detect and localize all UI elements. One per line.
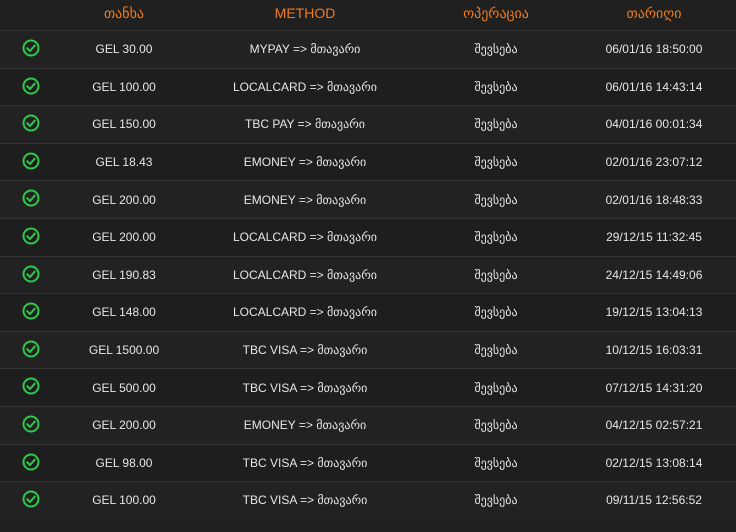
amount-cell: GEL 500.00 — [92, 380, 156, 395]
operation-cell: შევსება — [474, 305, 518, 320]
check-circle-icon — [22, 377, 40, 395]
operation-cell: შევსება — [474, 343, 518, 358]
date-cell: 19/12/15 13:04:13 — [605, 305, 703, 320]
table-row: GEL 1500.00 TBC VISA => მთავარი შევსება 10/… — [0, 330, 736, 369]
table-row: GEL 148.00 LOCALCARD => მთავარი შევსება 19/… — [0, 293, 736, 331]
table-row: GEL 190.83 LOCALCARD => მთავარი შევსება 24/… — [0, 255, 736, 294]
check-circle-icon — [22, 340, 40, 358]
table-row: GEL 500.00 TBC VISA => მთავარი შევსება 07/1… — [0, 368, 736, 406]
amount-cell: GEL 1500.00 — [88, 343, 160, 358]
check-circle-icon — [22, 77, 40, 95]
check-circle-icon — [22, 302, 40, 320]
check-circle-icon — [22, 490, 40, 508]
date-cell: 04/01/16 00:01:34 — [605, 117, 703, 132]
table-row: GEL 200.00 EMONEY => მთავარი შევსება 04/12/… — [0, 405, 736, 444]
transactions-table: თანხა METHOD ოპერაცია თარიღი GEL 30.00 MY… — [0, 0, 736, 532]
header-amount: თანხა — [103, 5, 145, 21]
header-method: METHOD — [274, 5, 336, 21]
date-cell: 06/01/16 14:43:14 — [605, 79, 703, 94]
date-cell: 24/12/15 14:49:06 — [605, 267, 703, 282]
check-circle-icon — [22, 453, 40, 471]
table-body: GEL 30.00 MYPAY => მთავარი შევსება 06/01/16… — [0, 30, 736, 519]
operation-cell: შევსება — [474, 117, 518, 132]
method-cell: TBC VISA => მთავარი — [242, 380, 368, 395]
amount-cell: GEL 200.00 — [92, 192, 156, 207]
operation-cell: შევსება — [474, 455, 518, 470]
method-cell: TBC PAY => მთავარი — [244, 117, 366, 132]
amount-cell: GEL 18.43 — [95, 155, 153, 170]
amount-cell: GEL 98.00 — [95, 455, 153, 470]
table-row: GEL 30.00 MYPAY => მთავარი შევსება 06/01/16… — [0, 30, 736, 68]
date-cell: 29/12/15 11:32:45 — [606, 230, 702, 245]
date-cell: 09/11/15 12:56:52 — [606, 493, 702, 508]
header-operation: ოპერაცია — [463, 5, 529, 21]
amount-cell: GEL 200.00 — [92, 230, 156, 245]
operation-cell: შევსება — [474, 267, 518, 282]
date-cell: 02/12/15 13:08:14 — [605, 455, 703, 470]
amount-cell: GEL 150.00 — [92, 117, 156, 132]
method-cell: LOCALCARD => მთავარი — [232, 305, 378, 320]
method-cell: TBC VISA => მთავარი — [242, 455, 368, 470]
operation-cell: შევსება — [474, 418, 518, 433]
method-cell: LOCALCARD => მთავარი — [232, 79, 378, 94]
method-cell: LOCALCARD => მთავარი — [232, 230, 378, 245]
check-circle-icon — [22, 265, 40, 283]
operation-cell: შევსება — [474, 79, 518, 94]
check-circle-icon — [22, 415, 40, 433]
amount-cell: GEL 190.83 — [92, 267, 156, 282]
header-date: თარიღი — [626, 5, 682, 21]
table-row: GEL 200.00 LOCALCARD => მთავარი შევსება 29/… — [0, 217, 736, 256]
date-cell: 02/01/16 18:48:33 — [605, 192, 703, 207]
method-cell: EMONEY => მთავარი — [243, 155, 367, 170]
table-header: თანხა METHOD ოპერაცია თარიღი — [0, 0, 736, 30]
amount-cell: GEL 148.00 — [92, 305, 156, 320]
table-row: GEL 98.00 TBC VISA => მთავარი შევსება 02/12… — [0, 443, 736, 482]
date-cell: 07/12/15 14:31:20 — [605, 380, 703, 395]
table-row: GEL 18.43 EMONEY => მთავარი შევსება 02/01/1… — [0, 142, 736, 181]
operation-cell: შევსება — [474, 155, 518, 170]
check-circle-icon — [22, 114, 40, 132]
method-cell: EMONEY => მთავარი — [243, 418, 367, 433]
check-circle-icon — [22, 227, 40, 245]
operation-cell: შევსება — [474, 42, 518, 57]
check-circle-icon — [22, 152, 40, 170]
operation-cell: შევსება — [474, 192, 518, 207]
amount-cell: GEL 100.00 — [92, 79, 156, 94]
operation-cell: შევსება — [474, 493, 518, 508]
method-cell: TBC VISA => მთავარი — [242, 493, 368, 508]
table-row: GEL 100.00 TBC VISA => მთავარი შევსება 09/1… — [0, 481, 736, 519]
date-cell: 10/12/15 16:03:31 — [605, 343, 703, 358]
method-cell: TBC VISA => მთავარი — [242, 343, 368, 358]
table-row: GEL 100.00 LOCALCARD => მთავარი შევსება 06/… — [0, 67, 736, 106]
check-circle-icon — [22, 189, 40, 207]
date-cell: 02/01/16 23:07:12 — [605, 155, 703, 170]
method-cell: LOCALCARD => მთავარი — [232, 267, 378, 282]
amount-cell: GEL 200.00 — [92, 418, 156, 433]
method-cell: MYPAY => მთავარი — [249, 42, 361, 57]
method-cell: EMONEY => მთავარი — [243, 192, 367, 207]
date-cell: 04/12/15 02:57:21 — [605, 418, 703, 433]
check-circle-icon — [22, 39, 40, 57]
date-cell: 06/01/16 18:50:00 — [605, 42, 703, 57]
amount-cell: GEL 30.00 — [95, 42, 153, 57]
operation-cell: შევსება — [474, 230, 518, 245]
operation-cell: შევსება — [474, 380, 518, 395]
table-row: GEL 200.00 EMONEY => მთავარი შევსება 02/01/… — [0, 180, 736, 218]
amount-cell: GEL 100.00 — [92, 493, 156, 508]
table-row: GEL 150.00 TBC PAY => მთავარი შევსება 04/01… — [0, 105, 736, 143]
